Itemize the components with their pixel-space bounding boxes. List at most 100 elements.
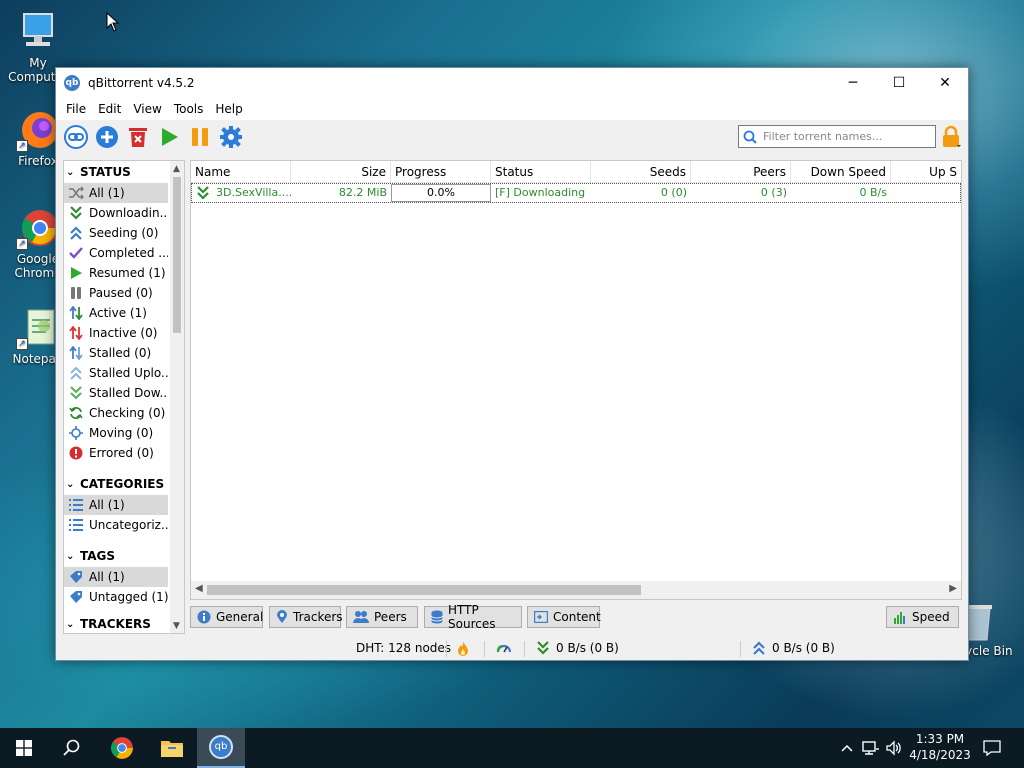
tab-content[interactable]: Content [527,606,601,628]
list-icon [67,497,85,513]
search-button[interactable] [48,728,96,768]
menu-edit[interactable]: Edit [92,102,127,116]
status-filter-stalled-uploading[interactable]: Stalled Uplo... [64,363,168,383]
add-torrent-file-button[interactable] [93,123,121,151]
tags-section-header[interactable]: ⌄ TAGS [64,545,184,567]
table-row[interactable]: 3D.SexVilla.... 82.2 MiB 0.0% [F] Downlo… [191,183,961,203]
scrollbar-thumb[interactable] [173,177,181,333]
alt-speed-toggle[interactable] [496,641,512,657]
scroll-left-arrow-icon[interactable]: ◀ [195,583,203,594]
scrollbar-thumb[interactable] [207,585,641,595]
add-torrent-link-button[interactable] [62,123,90,151]
people-icon [353,610,369,624]
status-filter-moving[interactable]: Moving (0) [64,423,168,443]
play-icon [162,128,178,146]
status-filter-all[interactable]: All (1) [64,183,168,203]
tray-network[interactable] [860,728,882,768]
moving-icon [67,425,85,441]
tab-trackers[interactable]: Trackers [269,606,343,628]
status-filter-active[interactable]: Active (1) [64,303,168,323]
tag-filter-untagged[interactable]: Untagged (1) [64,587,168,607]
categories-section-header[interactable]: ⌄ CATEGORIES [64,473,184,495]
delete-torrent-button[interactable] [124,123,152,151]
status-filter-inactive[interactable]: Inactive (0) [64,323,168,343]
column-header-seeds[interactable]: Seeds [591,161,691,183]
taskbar-clock[interactable]: 1:33 PM 4/18/2023 [900,731,980,763]
notification-center-button[interactable] [976,728,1008,768]
status-filter-stalled-downloading[interactable]: Stalled Dow... [64,383,168,403]
upload-speed-status[interactable]: 0 B/s (0 B) [752,641,835,655]
column-header-name[interactable]: Name [191,161,291,183]
shortcut-arrow-icon: ↗ [16,140,28,152]
window-title: qBittorrent v4.5.2 [88,76,195,90]
trackers-section-header[interactable]: ⌄ TRACKERS [64,617,184,631]
menu-view[interactable]: View [127,102,167,116]
filter-torrent-input[interactable] [761,129,931,144]
maximize-button[interactable]: ☐ [876,68,922,98]
speedometer-icon [496,644,512,653]
status-filter-downloading[interactable]: Downloadin... [64,203,168,223]
tray-overflow-chevron[interactable] [838,728,856,768]
download-speed-status[interactable]: 0 B/s (0 B) [536,641,619,655]
chevron-down-icon: ⌄ [66,550,75,562]
windows-logo-icon [16,740,32,756]
status-filter-completed[interactable]: Completed ... [64,243,168,263]
menu-help[interactable]: Help [209,102,248,116]
chevron-down-icon: ⌄ [66,618,75,630]
status-filter-resumed[interactable]: Resumed (1) [64,263,168,283]
column-header-up-speed[interactable]: Up S [891,161,961,183]
column-header-status[interactable]: Status [491,161,591,183]
network-icon [862,741,879,755]
taskbar-chrome[interactable] [98,728,146,768]
start-button[interactable] [0,728,48,768]
scroll-down-arrow-icon[interactable]: ▼ [173,621,180,631]
speed-button[interactable]: Speed [886,606,959,628]
column-header-progress[interactable]: Progress [391,161,491,183]
filter-search-box[interactable] [738,125,936,148]
tab-peers[interactable]: Peers [346,606,418,628]
scroll-right-arrow-icon[interactable]: ▶ [949,583,957,594]
title-bar[interactable]: qb qBittorrent v4.5.2 ─ ☐ ✕ [56,68,968,98]
scroll-up-arrow-icon[interactable]: ▲ [173,164,180,174]
close-button[interactable]: ✕ [922,68,968,98]
active-arrows-icon [67,305,85,321]
options-button[interactable] [217,123,245,151]
table-header: Name Size Progress Status Seeds Peers Do… [191,161,961,183]
tab-general[interactable]: General [190,606,263,628]
status-filter-paused[interactable]: Paused (0) [64,283,168,303]
pause-button[interactable] [186,123,214,151]
trash-icon [129,128,147,147]
chevron-down-icon: ⌄ [66,166,75,178]
chrome-icon [111,737,133,759]
lock-button[interactable] [940,125,962,149]
qbittorrent-window: qb qBittorrent v4.5.2 ─ ☐ ✕ File Edit Vi… [55,67,969,661]
tag-icon [67,589,85,605]
status-filter-seeding[interactable]: Seeding (0) [64,223,168,243]
column-header-size[interactable]: Size [291,161,391,183]
sidebar-scrollbar[interactable]: ▲ ▼ [170,161,184,633]
column-header-peers[interactable]: Peers [691,161,791,183]
status-filter-checking[interactable]: Checking (0) [64,403,168,423]
menu-tools[interactable]: Tools [168,102,210,116]
table-horizontal-scrollbar[interactable]: ◀ ▶ [191,581,961,599]
chrome-icon: ↗ [16,206,60,250]
column-header-down-speed[interactable]: Down Speed [791,161,891,183]
status-filter-errored[interactable]: Errored (0) [64,443,168,463]
connection-status-icon[interactable] [456,641,470,657]
tag-filter-all[interactable]: All (1) [64,567,168,587]
category-filter-uncategorized[interactable]: Uncategoriz... [64,515,168,535]
taskbar-file-explorer[interactable] [148,728,196,768]
taskbar-qbittorrent[interactable]: qb [197,728,245,768]
shortcut-arrow-icon: ↗ [16,338,28,350]
tab-http-sources[interactable]: HTTP Sources [424,603,522,631]
notification-icon [983,740,1001,756]
resume-button[interactable] [155,123,183,151]
shortcut-arrow-icon: ↗ [16,238,28,250]
status-section-header[interactable]: ⌄ STATUS [64,161,184,183]
minimize-button[interactable]: ─ [830,68,876,98]
category-filter-all[interactable]: All (1) [64,495,168,515]
refresh-icon [67,405,85,421]
status-filter-stalled[interactable]: Stalled (0) [64,343,168,363]
chevron-down-icon: ⌄ [66,478,75,490]
menu-file[interactable]: File [60,102,92,116]
